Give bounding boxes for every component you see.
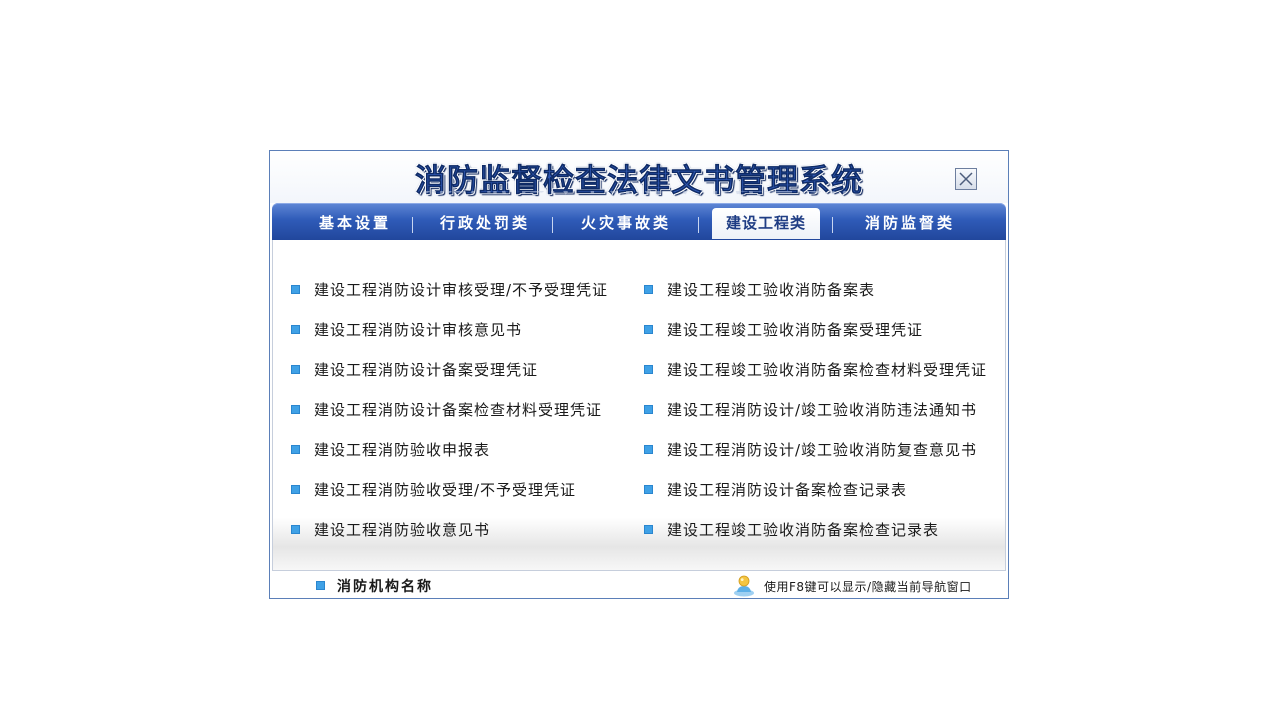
document-link[interactable]: 建设工程消防设计审核意见书: [314, 321, 522, 339]
square-bullet-icon: [291, 485, 300, 494]
document-link[interactable]: 建设工程竣工验收消防备案受理凭证: [667, 321, 923, 339]
square-bullet-icon: [644, 325, 653, 334]
status-footer: 消防机构名称 使用F8键可以显示/隐藏当前导航窗口: [270, 571, 1008, 598]
list-item[interactable]: 建设工程消防设计/竣工验收消防复查意见书: [644, 439, 987, 479]
tab-bar: 基本设置 行政处罚类 火灾事故类 建设工程类 消防监督类: [272, 203, 1006, 240]
list-item[interactable]: 建设工程消防设计审核意见书: [291, 319, 608, 359]
list-item[interactable]: 建设工程消防设计备案检查记录表: [644, 479, 987, 519]
list-item[interactable]: 建设工程消防验收申报表: [291, 439, 608, 479]
tab-separator: [698, 217, 699, 233]
document-link[interactable]: 建设工程消防设计审核受理/不予受理凭证: [314, 281, 608, 299]
square-bullet-icon: [644, 445, 653, 454]
window-title: 消防监督检查法律文书管理系统: [415, 163, 863, 200]
list-item[interactable]: 建设工程消防设计备案检查材料受理凭证: [291, 399, 608, 439]
tab-fire-supervision[interactable]: 消防监督类: [840, 208, 980, 239]
document-link[interactable]: 建设工程消防设计备案受理凭证: [314, 361, 538, 379]
info-person-icon: [734, 575, 754, 597]
document-panel: 建设工程消防设计审核受理/不予受理凭证 建设工程消防设计审核意见书 建设工程消防…: [272, 240, 1006, 571]
square-bullet-icon: [291, 365, 300, 374]
square-bullet-icon: [291, 325, 300, 334]
list-item[interactable]: 建设工程消防设计审核受理/不予受理凭证: [291, 279, 608, 319]
document-link[interactable]: 建设工程消防设计/竣工验收消防违法通知书: [667, 401, 977, 419]
list-item[interactable]: 建设工程消防设计备案受理凭证: [291, 359, 608, 399]
document-link[interactable]: 建设工程消防设计/竣工验收消防复查意见书: [667, 441, 977, 459]
square-bullet-icon: [644, 405, 653, 414]
document-link[interactable]: 建设工程消防验收申报表: [314, 441, 490, 459]
list-item[interactable]: 建设工程消防设计/竣工验收消防违法通知书: [644, 399, 987, 439]
square-bullet-icon: [644, 285, 653, 294]
document-link[interactable]: 建设工程消防设计备案检查材料受理凭证: [314, 401, 602, 419]
document-link[interactable]: 建设工程消防验收意见书: [314, 521, 490, 539]
f8-hint-text: 使用F8键可以显示/隐藏当前导航窗口: [764, 580, 972, 594]
list-item[interactable]: 建设工程消防验收意见书: [291, 519, 608, 559]
square-bullet-icon: [644, 525, 653, 534]
org-name-label: 消防机构名称: [316, 576, 433, 596]
document-list-right: 建设工程竣工验收消防备案表 建设工程竣工验收消防备案受理凭证 建设工程竣工验收消…: [644, 279, 987, 559]
document-link[interactable]: 建设工程消防验收受理/不予受理凭证: [314, 481, 576, 499]
square-bullet-icon: [291, 405, 300, 414]
square-bullet-icon: [644, 365, 653, 374]
square-bullet-icon: [644, 485, 653, 494]
document-list-left: 建设工程消防设计审核受理/不予受理凭证 建设工程消防设计审核意见书 建设工程消防…: [291, 279, 608, 559]
document-link[interactable]: 建设工程竣工验收消防备案检查材料受理凭证: [667, 361, 987, 379]
list-item[interactable]: 建设工程竣工验收消防备案检查材料受理凭证: [644, 359, 987, 399]
tab-separator: [412, 217, 413, 233]
square-bullet-icon: [291, 285, 300, 294]
list-item[interactable]: 建设工程竣工验收消防备案表: [644, 279, 987, 319]
tab-construction-project[interactable]: 建设工程类: [712, 208, 820, 239]
close-icon: [959, 172, 973, 186]
tab-separator: [832, 217, 833, 233]
main-window: 消防监督检查法律文书管理系统 消防监督检查法律文书管理系统 基本设置 行政处罚类…: [269, 150, 1009, 599]
document-link[interactable]: 建设工程消防设计备案检查记录表: [667, 481, 907, 499]
tab-fire-accident[interactable]: 火灾事故类: [560, 208, 692, 239]
list-item[interactable]: 建设工程消防验收受理/不予受理凭证: [291, 479, 608, 519]
list-item[interactable]: 建设工程竣工验收消防备案受理凭证: [644, 319, 987, 359]
tab-basic-settings[interactable]: 基本设置: [288, 208, 422, 239]
tab-administrative-penalty[interactable]: 行政处罚类: [420, 208, 550, 239]
title-bar: 消防监督检查法律文书管理系统 消防监督检查法律文书管理系统: [270, 151, 1008, 203]
org-name-text: 消防机构名称: [337, 579, 433, 595]
list-item[interactable]: 建设工程竣工验收消防备案检查记录表: [644, 519, 987, 559]
square-bullet-icon: [291, 445, 300, 454]
square-bullet-icon: [291, 525, 300, 534]
close-button[interactable]: [955, 168, 977, 190]
square-bullet-icon: [316, 581, 325, 590]
tab-separator: [552, 217, 553, 233]
document-link[interactable]: 建设工程竣工验收消防备案检查记录表: [667, 521, 939, 539]
document-link[interactable]: 建设工程竣工验收消防备案表: [667, 281, 875, 299]
